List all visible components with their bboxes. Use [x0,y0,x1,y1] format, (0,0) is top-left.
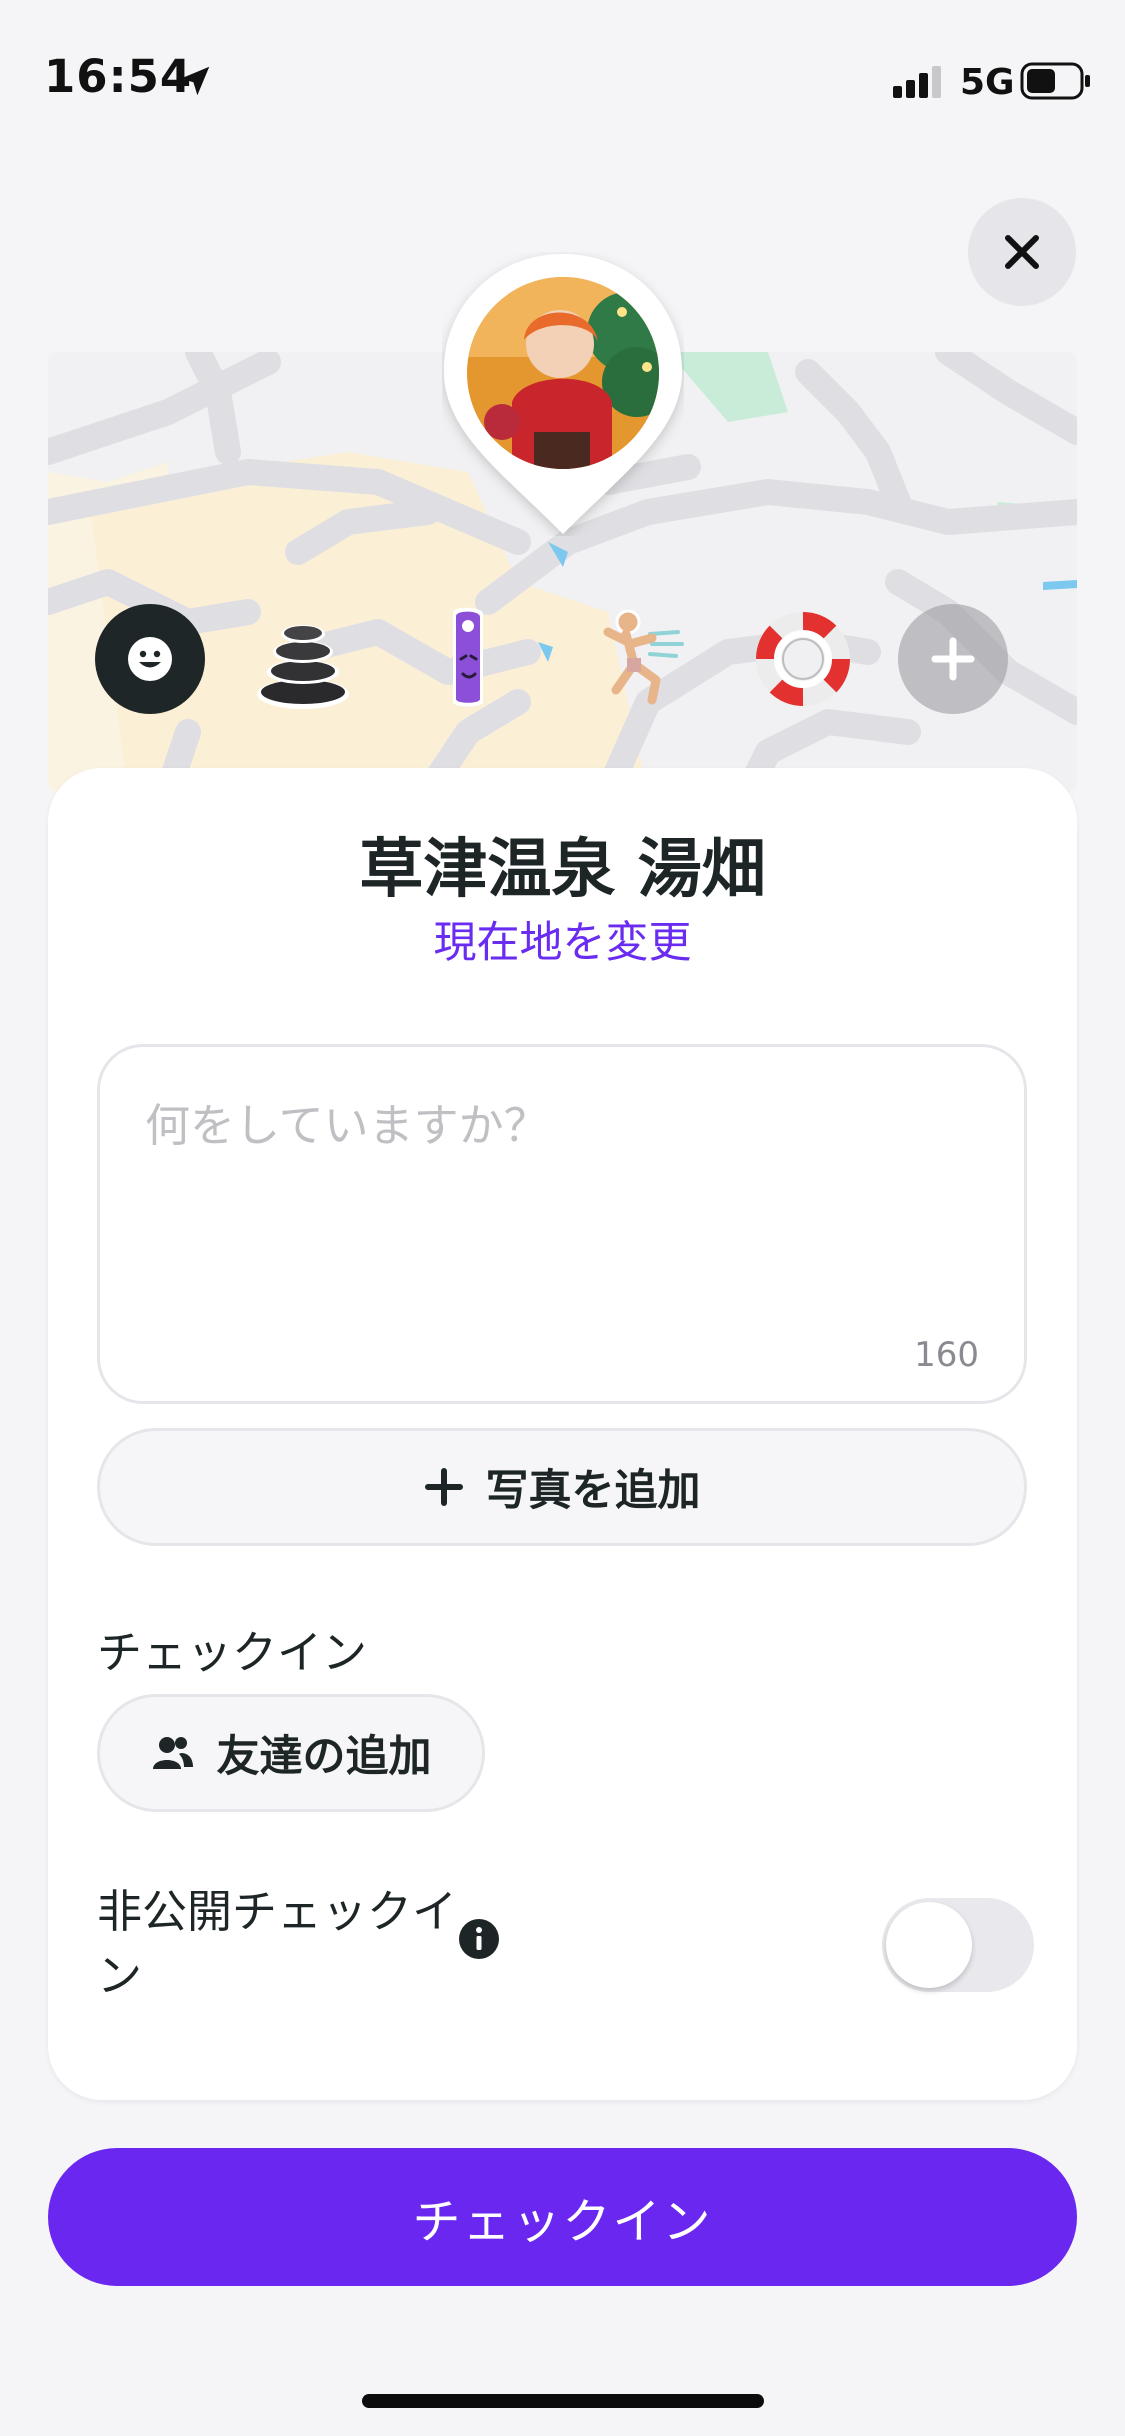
status-bar: 16:54 5G [0,0,1125,150]
add-photo-button[interactable]: 写真を追加 [97,1428,1027,1546]
place-name: 草津温泉 湯畑 [359,833,766,907]
lifebuoy-icon [755,611,851,707]
add-friends-button[interactable]: 友達の追加 [97,1694,485,1812]
checkin-button-label: チェックイン [412,2194,713,2250]
add-sticker-button[interactable] [898,604,1008,714]
smiley-sticker-button[interactable] [95,604,205,714]
toggle-knob [886,1902,972,1988]
battery-icon [1020,62,1092,104]
status-time: 16:54 [44,50,193,103]
network-label: 5G [960,62,1015,103]
status-input[interactable] [145,1089,965,1289]
door-hanger-icon [453,607,483,707]
change-location-link[interactable]: 現在地を変更 [48,908,1077,970]
character-count: 160 [914,1335,979,1375]
stacked-stones-icon [257,625,349,709]
private-checkin-label: 非公開チェックイン [97,1885,458,2002]
status-input-box[interactable]: 160 [97,1044,1027,1404]
stacked-stones-sticker-button[interactable] [248,604,358,714]
lifebuoy-sticker-button[interactable] [748,604,858,714]
location-pin [442,252,684,536]
people-icon [152,1737,193,1769]
checkin-section-label: チェックイン [97,1626,368,1679]
smiley-icon [128,637,172,681]
add-photo-label: 写真を追加 [485,1466,701,1516]
running-figure-icon [603,609,684,705]
checkin-button[interactable]: チェックイン [48,2148,1077,2286]
checkin-card: 草津温泉 湯畑 現在地を変更 160 写真を追加 チェックイン 友達の追加 非公… [48,768,1077,2100]
close-icon [1005,235,1039,269]
location-arrow-icon [176,62,214,104]
cellular-signal-icon [893,66,945,102]
plus-icon [424,1468,463,1506]
home-indicator [362,2394,764,2408]
info-icon[interactable] [458,1918,500,1964]
running-figure-sticker-button[interactable] [578,604,688,714]
private-checkin-toggle[interactable] [882,1898,1034,1992]
door-hanger-sticker-button[interactable] [413,604,523,714]
plus-icon [931,637,975,681]
add-friends-label: 友達の追加 [216,1732,432,1782]
close-button[interactable] [968,198,1076,306]
